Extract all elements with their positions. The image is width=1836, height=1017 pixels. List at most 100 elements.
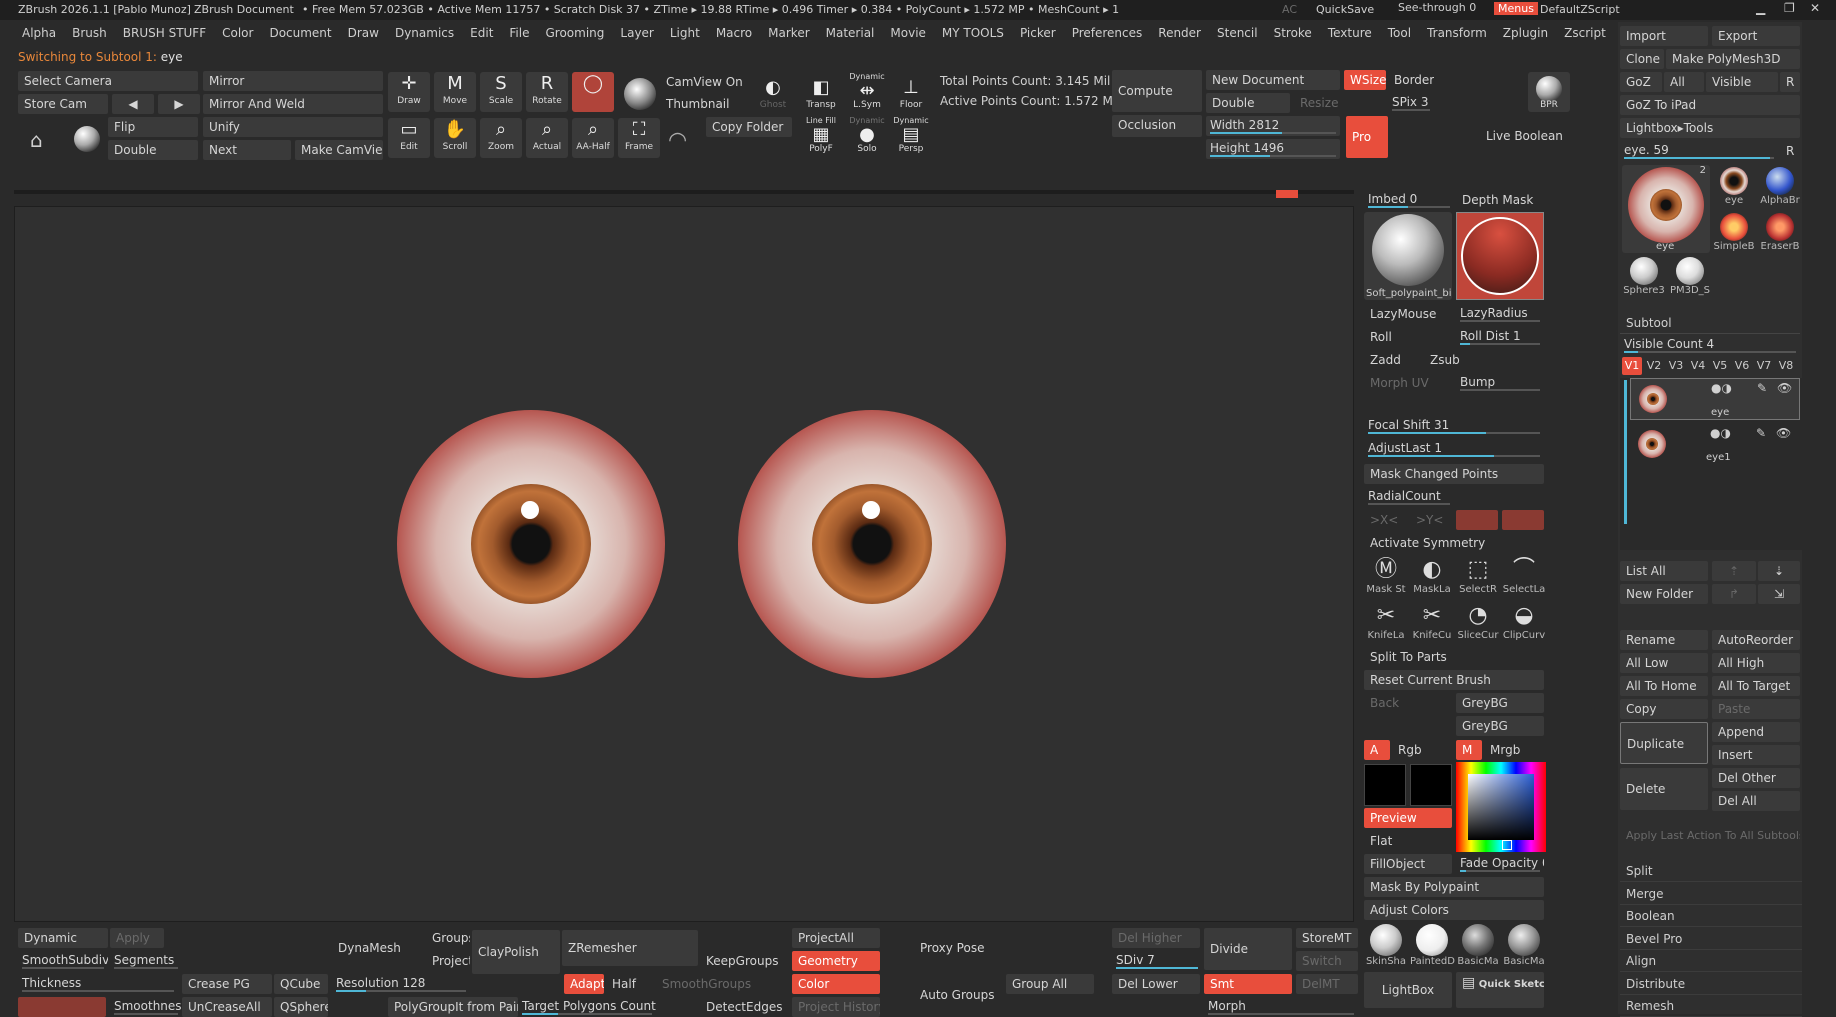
bump-slider[interactable]: Bump [1456, 373, 1544, 393]
dynamic-button[interactable]: Dynamic [18, 928, 108, 948]
adjust-last-slider[interactable]: AdjustLast 1 [1364, 439, 1544, 459]
thickness-slider[interactable]: Thickness [18, 974, 178, 994]
menu-item-preferences[interactable]: Preferences [1064, 22, 1151, 44]
menu-item-light[interactable]: Light [662, 22, 708, 44]
version-tab-v4[interactable]: V4 [1688, 357, 1708, 375]
storemt-button[interactable]: StoreMT [1296, 928, 1358, 948]
material-swatch[interactable]: SkinSha [1364, 922, 1408, 968]
default-zscript[interactable]: DefaultZScript [1540, 3, 1620, 16]
new-document-button[interactable]: New Document [1206, 70, 1340, 90]
make-camview-button[interactable]: Make CamView [295, 140, 383, 160]
draw-tool[interactable]: ✛ Draw [388, 72, 430, 112]
menu-item-transform[interactable]: Transform [1419, 22, 1495, 44]
pro-button[interactable]: Pro [1346, 116, 1388, 158]
menu-item-material[interactable]: Material [818, 22, 883, 44]
paste-button[interactable]: Paste [1712, 699, 1800, 719]
window-close-icon[interactable]: ✕ [1810, 1, 1820, 15]
sym-r-button[interactable] [1502, 510, 1544, 530]
menu-item-edit[interactable]: Edit [462, 22, 501, 44]
lsym-tool[interactable]: Dynamic ⇹ L.Sym [846, 72, 888, 112]
menu-item-my-tools[interactable]: MY TOOLS [934, 22, 1012, 44]
folder-move-icon[interactable]: ⇲ [1758, 584, 1800, 604]
preview-button[interactable]: Preview [1364, 808, 1452, 828]
menu-item-marker[interactable]: Marker [760, 22, 817, 44]
mirror-weld-button[interactable]: Mirror And Weld [203, 94, 383, 114]
del-higher-button[interactable]: Del Higher [1112, 928, 1200, 948]
all-to-target-button[interactable]: All To Target [1712, 676, 1800, 696]
tool-slicecur-button[interactable]: ◔ SliceCur [1456, 602, 1500, 646]
subtool-scrollbar[interactable] [1624, 380, 1627, 524]
groups-button[interactable]: Groups [426, 928, 470, 948]
fillobject-button[interactable]: FillObject [1364, 854, 1452, 874]
flip-button[interactable]: Flip [108, 117, 198, 137]
main-color-swatch[interactable] [1364, 764, 1406, 806]
project-button[interactable]: Project [426, 951, 470, 971]
roll-button[interactable]: Roll [1364, 327, 1452, 347]
back-button[interactable]: Back [1364, 693, 1452, 713]
window-minimize-icon[interactable]: ▁ [1756, 1, 1765, 15]
tool-maskla-button[interactable]: ◐ MaskLa [1410, 556, 1454, 600]
subtool-visibility-icon[interactable]: 👁 [1776, 426, 1791, 440]
menu-item-stencil[interactable]: Stencil [1209, 22, 1266, 44]
current-tool-thumbnail[interactable]: 2 eye [1622, 165, 1710, 253]
duplicate-button[interactable]: Duplicate [1620, 722, 1708, 764]
move-up-arrow-icon[interactable]: ⇡ [1712, 561, 1756, 581]
menu-item-brush[interactable]: Brush [64, 22, 115, 44]
menu-item-macro[interactable]: Macro [708, 22, 760, 44]
visible-count-slider[interactable]: Visible Count 4 [1620, 335, 1800, 355]
morph-slider[interactable]: Morph [1204, 997, 1358, 1017]
lazyradius-slider[interactable]: LazyRadius [1456, 304, 1544, 324]
tool-thumb-eraserb[interactable]: EraserB [1758, 211, 1802, 255]
adjust-colors-button[interactable]: Adjust Colors [1364, 900, 1544, 920]
thickness-orange-button[interactable] [18, 997, 106, 1017]
subtool-section-split[interactable]: Split [1620, 860, 1802, 882]
menu-item-alpha[interactable]: Alpha [14, 22, 64, 44]
tool-knifecu-button[interactable]: ✂ KnifeCu [1410, 602, 1454, 646]
menu-item-layer[interactable]: Layer [612, 22, 661, 44]
version-tab-v7[interactable]: V7 [1754, 357, 1774, 375]
sym-y-button[interactable]: >Y< [1410, 510, 1452, 530]
scale-tool[interactable]: S Scale [480, 72, 522, 112]
tool-selectr-button[interactable]: ⬚ SelectR [1456, 556, 1500, 600]
split-to-parts-button[interactable]: Split To Parts [1364, 647, 1544, 667]
color-picker[interactable] [1456, 762, 1546, 852]
next-cam-button[interactable]: ▶ [158, 94, 200, 114]
mask-by-polypaint-button[interactable]: Mask By Polypaint [1364, 877, 1544, 897]
transp-tool[interactable]: ◧ Transp [800, 76, 842, 116]
resolution-slider[interactable]: Resolution 128 [332, 974, 470, 994]
all-to-home-button[interactable]: All To Home [1620, 676, 1708, 696]
move-tool[interactable]: M Move [434, 72, 476, 112]
see-through-slider[interactable]: See-through 0 [1398, 1, 1476, 14]
edit-tool[interactable]: ▭ Edit [388, 118, 430, 158]
scroll-tool[interactable]: ✋ Scroll [434, 118, 476, 158]
lazymouse-button[interactable]: LazyMouse [1364, 304, 1452, 324]
export-button[interactable]: Export [1712, 26, 1800, 46]
menu-item-picker[interactable]: Picker [1012, 22, 1064, 44]
material-swatch[interactable]: BasicMa [1502, 922, 1546, 968]
imbed-slider[interactable]: Imbed 0 [1364, 190, 1454, 210]
subtool-toggle-icon[interactable]: ●◑ [1711, 381, 1732, 395]
activate-symmetry-button[interactable]: Activate Symmetry [1364, 533, 1544, 553]
menu-item-render[interactable]: Render [1150, 22, 1209, 44]
occlusion-button[interactable]: Occlusion [1112, 115, 1202, 137]
next-button[interactable]: Next [203, 140, 291, 160]
subtool-section-distribute[interactable]: Distribute [1620, 973, 1802, 995]
switch-button[interactable]: Switch [1296, 951, 1358, 971]
camera-sphere-icon[interactable] [74, 126, 100, 152]
quicksave-button[interactable]: QuickSave [1316, 3, 1374, 16]
bpr-button[interactable]: BPR [1528, 72, 1570, 112]
autoreorder-button[interactable]: AutoReorder [1712, 630, 1800, 650]
geometry-button[interactable]: Geometry [792, 951, 880, 971]
subtool-section-bevel-pro[interactable]: Bevel Pro [1620, 928, 1802, 950]
zremesher-button[interactable]: ZRemesher [562, 930, 698, 966]
lightbox-button[interactable]: LightBox [1364, 972, 1452, 1008]
smoothsubdiv-slider[interactable]: SmoothSubdiv [18, 951, 108, 971]
version-tab-v5[interactable]: V5 [1710, 357, 1730, 375]
secondary-color-swatch[interactable] [1410, 764, 1452, 806]
copy-button[interactable]: Copy [1620, 699, 1708, 719]
m-button[interactable]: M [1456, 740, 1482, 760]
eyeball-right[interactable] [738, 410, 1006, 678]
tool-thumb-simpleb[interactable]: SimpleB [1712, 211, 1756, 255]
quick-sketch-button[interactable]: ▤ Quick Sketch [1456, 972, 1544, 1008]
mirror-button[interactable]: Mirror [203, 71, 383, 91]
